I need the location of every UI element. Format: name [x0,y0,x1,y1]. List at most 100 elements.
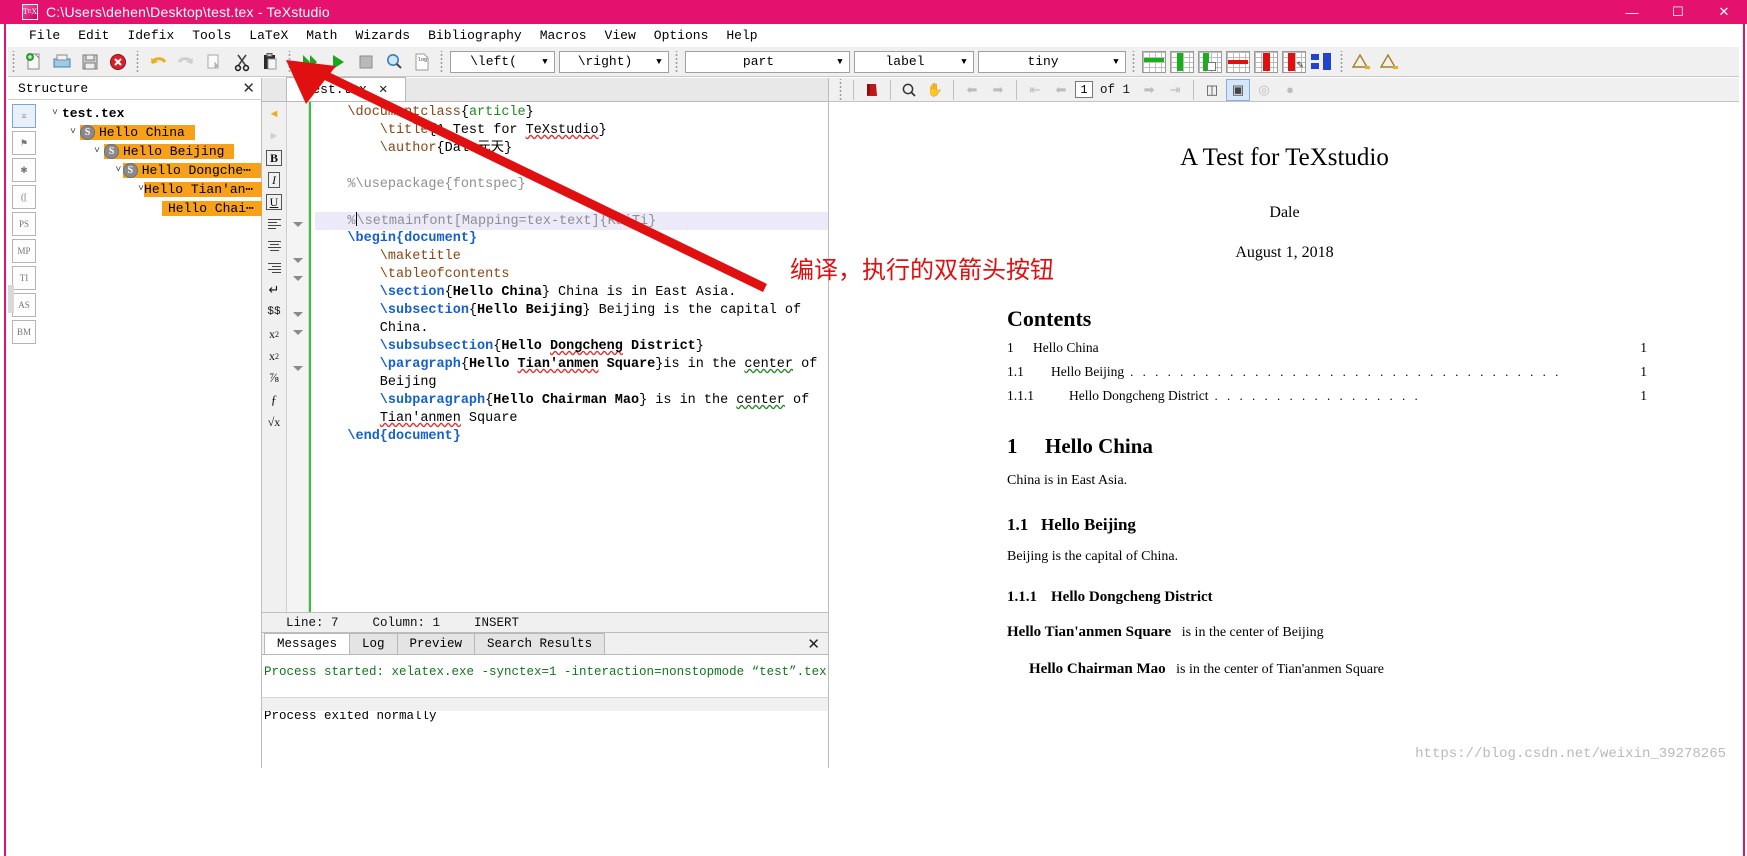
chevron-down-icon[interactable]: ˅ [66,127,80,138]
panel-splitter[interactable] [8,285,14,313]
toolbar-grip-5[interactable] [674,50,680,73]
tree-item-hello-tiananmen[interactable]: ˅ Hello Tian'an⋯ [42,180,264,199]
fold-toggle-icon[interactable] [293,312,303,317]
font-size-combo[interactable]: tiny ▼ [978,50,1126,73]
toolbar-grip-2[interactable] [135,50,141,73]
newline-icon[interactable]: ↵ [264,280,285,300]
chevron-down-icon[interactable]: ˅ [48,108,62,119]
insert-column-icon[interactable] [1169,49,1195,75]
maximize-button[interactable]: ☐ [1655,0,1701,24]
chevron-down-icon[interactable]: ˅ [90,146,104,157]
copy-icon[interactable] [201,49,227,75]
magnify-icon[interactable] [897,79,921,101]
align-center-icon[interactable] [264,236,285,256]
tab-search-results[interactable]: Search Results [474,633,606,654]
bold-icon[interactable]: B [264,148,285,168]
open-file-icon[interactable] [49,49,75,75]
last-page-icon[interactable]: ⇥ [1163,79,1187,101]
menu-view[interactable]: View [596,26,645,46]
remove-cell-icon[interactable]: ✎ [1281,49,1307,75]
right-delimiter-combo[interactable]: \right) ▼ [559,50,669,73]
ps-symbols-icon[interactable]: PS [12,212,36,236]
close-icon[interactable]: ✕ [242,81,255,96]
menu-math[interactable]: Math [297,26,346,46]
new-file-icon[interactable] [21,49,47,75]
previous-change-icon[interactable] [1349,49,1375,75]
fold-toggle-icon[interactable] [293,222,303,227]
chevron-down-icon[interactable]: ˅ [114,165,123,176]
next-change-icon[interactable] [1377,49,1403,75]
tab-log[interactable]: Log [349,633,398,654]
tree-item-hello-dongcheng[interactable]: ˅ S Hello Dongche⋯ [42,161,261,180]
toolbar-grip-3[interactable] [287,50,293,73]
tipa-symbols-icon[interactable]: TI [12,266,36,290]
menu-wizards[interactable]: Wizards [347,26,420,46]
insert-cell-icon[interactable] [1197,49,1223,75]
compile-icon[interactable] [325,49,351,75]
forward-icon[interactable]: ➡ [986,79,1010,101]
structure-view-icon[interactable]: ≡ [12,104,36,128]
toc-entry[interactable]: 1.1.1 Hello Dongcheng District . . . . .… [1007,388,1647,404]
section-level-combo[interactable]: part ▼ [685,50,850,73]
zoom-out-icon[interactable]: ● [1278,79,1302,101]
menu-latex[interactable]: LaTeX [240,26,297,46]
bm-symbols-icon[interactable]: BM [12,320,36,344]
menu-file[interactable]: File [20,26,69,46]
zoom-in-icon[interactable]: ◎ [1252,79,1276,101]
editor-tab-test-tex[interactable]: test.tex ✕ [286,77,406,101]
toolbar-grip-7[interactable] [1339,50,1345,73]
undo-icon[interactable] [145,49,171,75]
mp-symbols-icon[interactable]: MP [12,239,36,263]
close-button[interactable]: ✕ [1701,0,1747,24]
fit-width-icon[interactable]: ◫ [1200,79,1224,101]
fit-page-icon[interactable]: ▣ [1226,78,1251,101]
page-number-input[interactable]: 1 [1075,81,1093,98]
menu-edit[interactable]: Edit [69,26,118,46]
pdf-page-content[interactable]: A Test for TeXstudio Dale August 1, 2018… [829,102,1740,768]
left-delimiter-combo[interactable]: \left( ▼ [450,50,555,73]
pdf-toolbar-grip[interactable] [838,78,844,101]
delete-column-icon[interactable] [1253,49,1279,75]
fold-toggle-icon[interactable] [293,330,303,335]
sqrt-icon[interactable]: √x [264,412,285,432]
first-page-icon[interactable]: ⇤ [1023,79,1047,101]
bookmarks-icon[interactable]: ⚑ [12,131,36,155]
menu-tools[interactable]: Tools [183,26,240,46]
minimize-button[interactable]: — [1609,0,1655,24]
toc-entry[interactable]: 1.1 Hello Beijing . . . . . . . . . . . … [1007,364,1647,380]
fold-toggle-icon[interactable] [293,366,303,371]
tree-item-root[interactable]: ˅ test.tex [42,104,261,123]
redo-icon[interactable] [173,49,199,75]
hand-tool-icon[interactable]: ✋ [923,79,947,101]
toolbar-grip-6[interactable] [1131,50,1137,73]
frac-icon[interactable]: ⅞ [264,368,285,388]
close-icon[interactable]: ✕ [807,635,820,653]
label-combo[interactable]: label ▼ [854,50,974,73]
insert-row-above-icon[interactable] [1141,49,1167,75]
brackets-icon[interactable]: ([ [12,185,36,209]
toolbar-grip-4[interactable] [439,50,445,73]
messages-output[interactable]: Process started: xelatex.exe -synctex=1 … [262,655,828,727]
fold-toggle-icon[interactable] [293,276,303,281]
tree-item-hello-beijing[interactable]: ˅ S Hello Beijing [42,142,261,161]
bookmark-prev-icon[interactable]: ◄ [264,104,285,124]
close-icon[interactable]: ✕ [379,81,387,98]
previous-page-icon[interactable]: ⬅ [1049,79,1073,101]
close-document-icon[interactable] [105,49,131,75]
align-left-icon[interactable] [264,214,285,234]
tab-preview[interactable]: Preview [396,633,476,654]
symbols-icon[interactable]: ✱ [12,158,36,182]
subscript-icon[interactable]: x2 [264,324,285,344]
as-symbols-icon[interactable]: AS [12,293,36,317]
menu-help[interactable]: Help [717,26,766,46]
view-log-icon[interactable]: log [409,49,435,75]
bookmark-next-icon[interactable]: ► [264,126,285,146]
build-and-view-icon[interactable] [297,49,323,75]
code-editor[interactable]: \documentclass{article} \title{A Test fo… [309,102,828,612]
back-icon[interactable]: ⬅ [960,79,984,101]
stop-icon[interactable] [353,49,379,75]
dfrac-icon[interactable]: ƒ [264,390,285,410]
tree-item-hello-china[interactable]: ˅ S Hello China [42,123,261,142]
paste-icon[interactable] [257,49,283,75]
tree-item-hello-chairman[interactable]: Hello Chai⋯ [42,199,264,218]
